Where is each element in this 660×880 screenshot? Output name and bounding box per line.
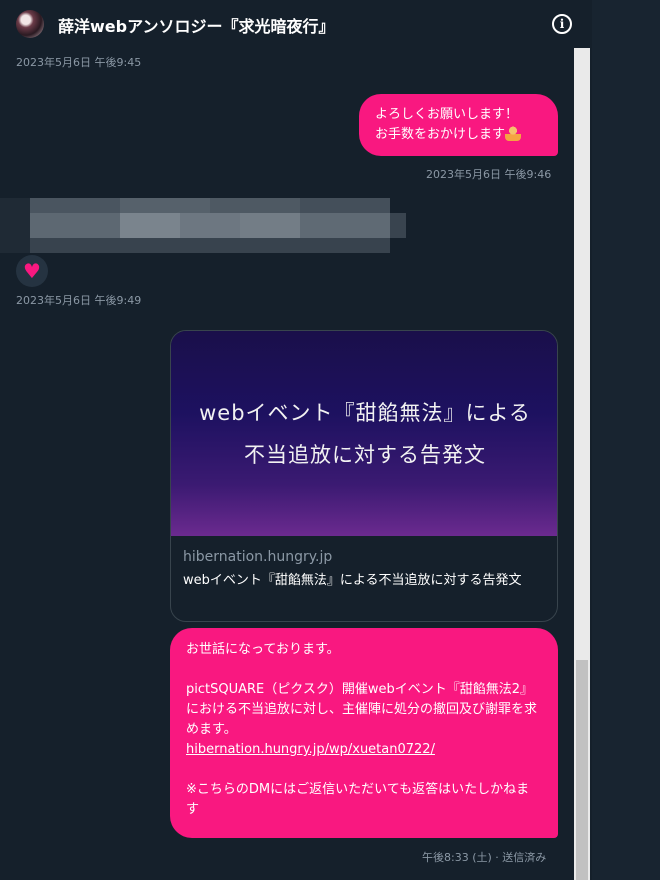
info-icon[interactable]: i <box>552 14 572 34</box>
message-text: お世話になっております。 <box>186 642 340 657</box>
message-link[interactable]: hibernation.hungry.jp/wp/xuetan0722/ <box>186 742 435 757</box>
preview-image-text: 不当追放に対する告発文 <box>244 442 486 467</box>
timestamp: 2023年5月6日 午後9:45 <box>16 56 142 69</box>
heart-icon[interactable]: ♥ <box>16 255 48 287</box>
timestamp-sent-status: 午後8:33 (土) · 送信済み <box>422 851 547 864</box>
link-title: webイベント『甜餡無法』による不当追放に対する告発文 <box>183 573 522 588</box>
preview-image-text: webイベント『甜餡無法』による <box>199 400 531 425</box>
person-bowing-emoji <box>505 125 522 141</box>
conversation-title[interactable]: 薛洋webアンソロジー『求光暗夜行』 <box>58 13 334 37</box>
message-text-line: よろしくお願いします！ <box>375 107 519 122</box>
right-gutter <box>592 0 660 880</box>
timestamp: 2023年5月6日 午後9:46 <box>426 168 552 181</box>
link-domain: hibernation.hungry.jp <box>183 549 333 565</box>
conversation-header: 薛洋webアンソロジー『求光暗夜行』 i <box>0 0 592 48</box>
pixelated-message <box>0 198 406 253</box>
scrollbar-thumb[interactable] <box>576 660 588 880</box>
message-text-line: お手数をおかけします <box>375 127 506 142</box>
link-preview-card[interactable]: webイベント『甜餡無法』による 不当追放に対する告発文 hibernation… <box>170 330 558 622</box>
link-preview-image[interactable]: webイベント『甜餡無法』による 不当追放に対する告発文 <box>171 331 557 536</box>
timestamp: 2023年5月6日 午後9:49 <box>16 294 142 307</box>
sent-message-bubble[interactable]: よろしくお願いします！ お手数をおかけします <box>359 94 558 156</box>
message-text: ※こちらのDMにはご返信いただいても返答はいたしかねます <box>186 782 530 817</box>
message-text: pictSQUARE（ピクスク）開催webイベント『甜餡無法2』における不当追放… <box>186 682 538 737</box>
avatar[interactable] <box>16 10 44 38</box>
sent-message-bubble[interactable]: お世話になっております。 pictSQUARE（ピクスク）開催webイベント『甜… <box>170 628 558 838</box>
